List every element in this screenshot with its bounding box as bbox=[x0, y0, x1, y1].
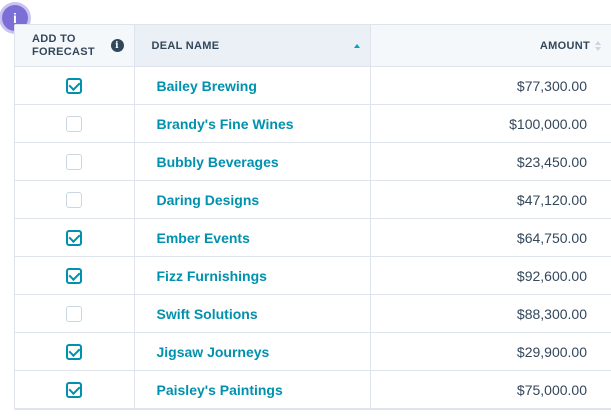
deal-name-cell: Brandy's Fine Wines bbox=[134, 104, 371, 143]
forecast-cell bbox=[15, 180, 135, 219]
deal-name-link[interactable]: Fizz Furnishings bbox=[157, 268, 267, 284]
sort-ascending-icon[interactable] bbox=[353, 43, 360, 48]
amount-cell: $23,450.00 bbox=[370, 142, 611, 181]
header-add-to-forecast-label: ADD TO FORECAST bbox=[32, 32, 95, 58]
forecast-checkbox[interactable] bbox=[66, 268, 83, 285]
header-amount-label: AMOUNT bbox=[539, 39, 590, 52]
deal-name-link[interactable]: Ember Events bbox=[157, 230, 250, 246]
amount-value: $29,900.00 bbox=[516, 343, 587, 360]
table-row: Jigsaw Journeys $29,900.00 bbox=[15, 332, 611, 371]
amount-cell: $64,750.00 bbox=[370, 218, 611, 257]
amount-value: $92,600.00 bbox=[516, 267, 587, 284]
deal-name-cell: Swift Solutions bbox=[134, 294, 371, 333]
header-deal-name-label: DEAL NAME bbox=[151, 39, 220, 52]
amount-cell: $88,300.00 bbox=[370, 294, 611, 333]
header-deal-name[interactable]: DEAL NAME bbox=[134, 25, 371, 67]
deal-name-cell: Daring Designs bbox=[134, 180, 371, 219]
table-row: Swift Solutions $88,300.00 bbox=[15, 294, 611, 333]
table-header-row: ADD TO FORECAST i DEAL NAME AMOUNT bbox=[15, 25, 611, 67]
table-row: Daring Designs $47,120.00 bbox=[15, 180, 611, 219]
deal-name-link[interactable]: Brandy's Fine Wines bbox=[157, 116, 294, 132]
forecast-cell bbox=[15, 332, 135, 371]
header-amount[interactable]: AMOUNT bbox=[370, 25, 611, 67]
forecast-checkbox[interactable] bbox=[66, 230, 83, 247]
info-icon[interactable]: i bbox=[110, 39, 124, 52]
table-row: Brandy's Fine Wines $100,000.00 bbox=[15, 104, 611, 143]
deal-name-cell: Jigsaw Journeys bbox=[134, 332, 371, 371]
amount-value: $77,300.00 bbox=[516, 77, 587, 94]
forecast-checkbox[interactable] bbox=[66, 116, 83, 133]
amount-cell: $100,000.00 bbox=[370, 104, 611, 143]
amount-cell: $75,000.00 bbox=[370, 370, 611, 409]
table-row: Ember Events $64,750.00 bbox=[15, 218, 611, 257]
sort-icon[interactable] bbox=[595, 40, 601, 51]
deal-name-cell: Fizz Furnishings bbox=[134, 256, 371, 295]
amount-value: $64,750.00 bbox=[516, 229, 587, 246]
deal-name-link[interactable]: Paisley's Paintings bbox=[157, 382, 283, 398]
deal-name-cell: Bailey Brewing bbox=[134, 66, 371, 105]
amount-cell: $77,300.00 bbox=[370, 66, 611, 105]
forecast-cell bbox=[15, 370, 135, 409]
table-row: Fizz Furnishings $92,600.00 bbox=[15, 256, 611, 295]
deal-name-cell: Ember Events bbox=[134, 218, 371, 257]
forecast-checkbox[interactable] bbox=[66, 306, 83, 323]
deal-name-link[interactable]: Daring Designs bbox=[157, 192, 260, 208]
deals-table: ADD TO FORECAST i DEAL NAME AMOUNT Baile… bbox=[14, 24, 611, 410]
amount-cell: $47,120.00 bbox=[370, 180, 611, 219]
forecast-checkbox[interactable] bbox=[66, 192, 83, 209]
forecast-cell bbox=[15, 218, 135, 257]
forecast-cell bbox=[15, 104, 135, 143]
forecast-cell bbox=[15, 142, 135, 181]
table-row: Paisley's Paintings $75,000.00 bbox=[15, 370, 611, 409]
amount-cell: $92,600.00 bbox=[370, 256, 611, 295]
forecast-cell bbox=[15, 66, 135, 105]
amount-cell: $29,900.00 bbox=[370, 332, 611, 371]
amount-value: $47,120.00 bbox=[516, 191, 587, 208]
deal-name-link[interactable]: Bubbly Beverages bbox=[157, 154, 279, 170]
table-row: Bailey Brewing $77,300.00 bbox=[15, 66, 611, 105]
amount-value: $23,450.00 bbox=[516, 153, 587, 170]
forecast-checkbox[interactable] bbox=[66, 154, 83, 171]
forecast-cell bbox=[15, 256, 135, 295]
amount-value: $100,000.00 bbox=[509, 115, 587, 132]
forecast-checkbox[interactable] bbox=[66, 78, 83, 95]
deal-name-link[interactable]: Jigsaw Journeys bbox=[157, 344, 270, 360]
forecast-cell bbox=[15, 294, 135, 333]
deal-name-link[interactable]: Bailey Brewing bbox=[157, 78, 257, 94]
deal-name-link[interactable]: Swift Solutions bbox=[157, 306, 258, 322]
table-row: Bubbly Beverages $23,450.00 bbox=[15, 142, 611, 181]
header-add-to-forecast: ADD TO FORECAST i bbox=[15, 25, 135, 67]
forecast-checkbox[interactable] bbox=[66, 344, 83, 361]
amount-value: $88,300.00 bbox=[516, 305, 587, 322]
deal-name-cell: Bubbly Beverages bbox=[134, 142, 371, 181]
deal-name-cell: Paisley's Paintings bbox=[134, 370, 371, 409]
amount-value: $75,000.00 bbox=[516, 381, 587, 398]
forecast-checkbox[interactable] bbox=[66, 382, 83, 399]
